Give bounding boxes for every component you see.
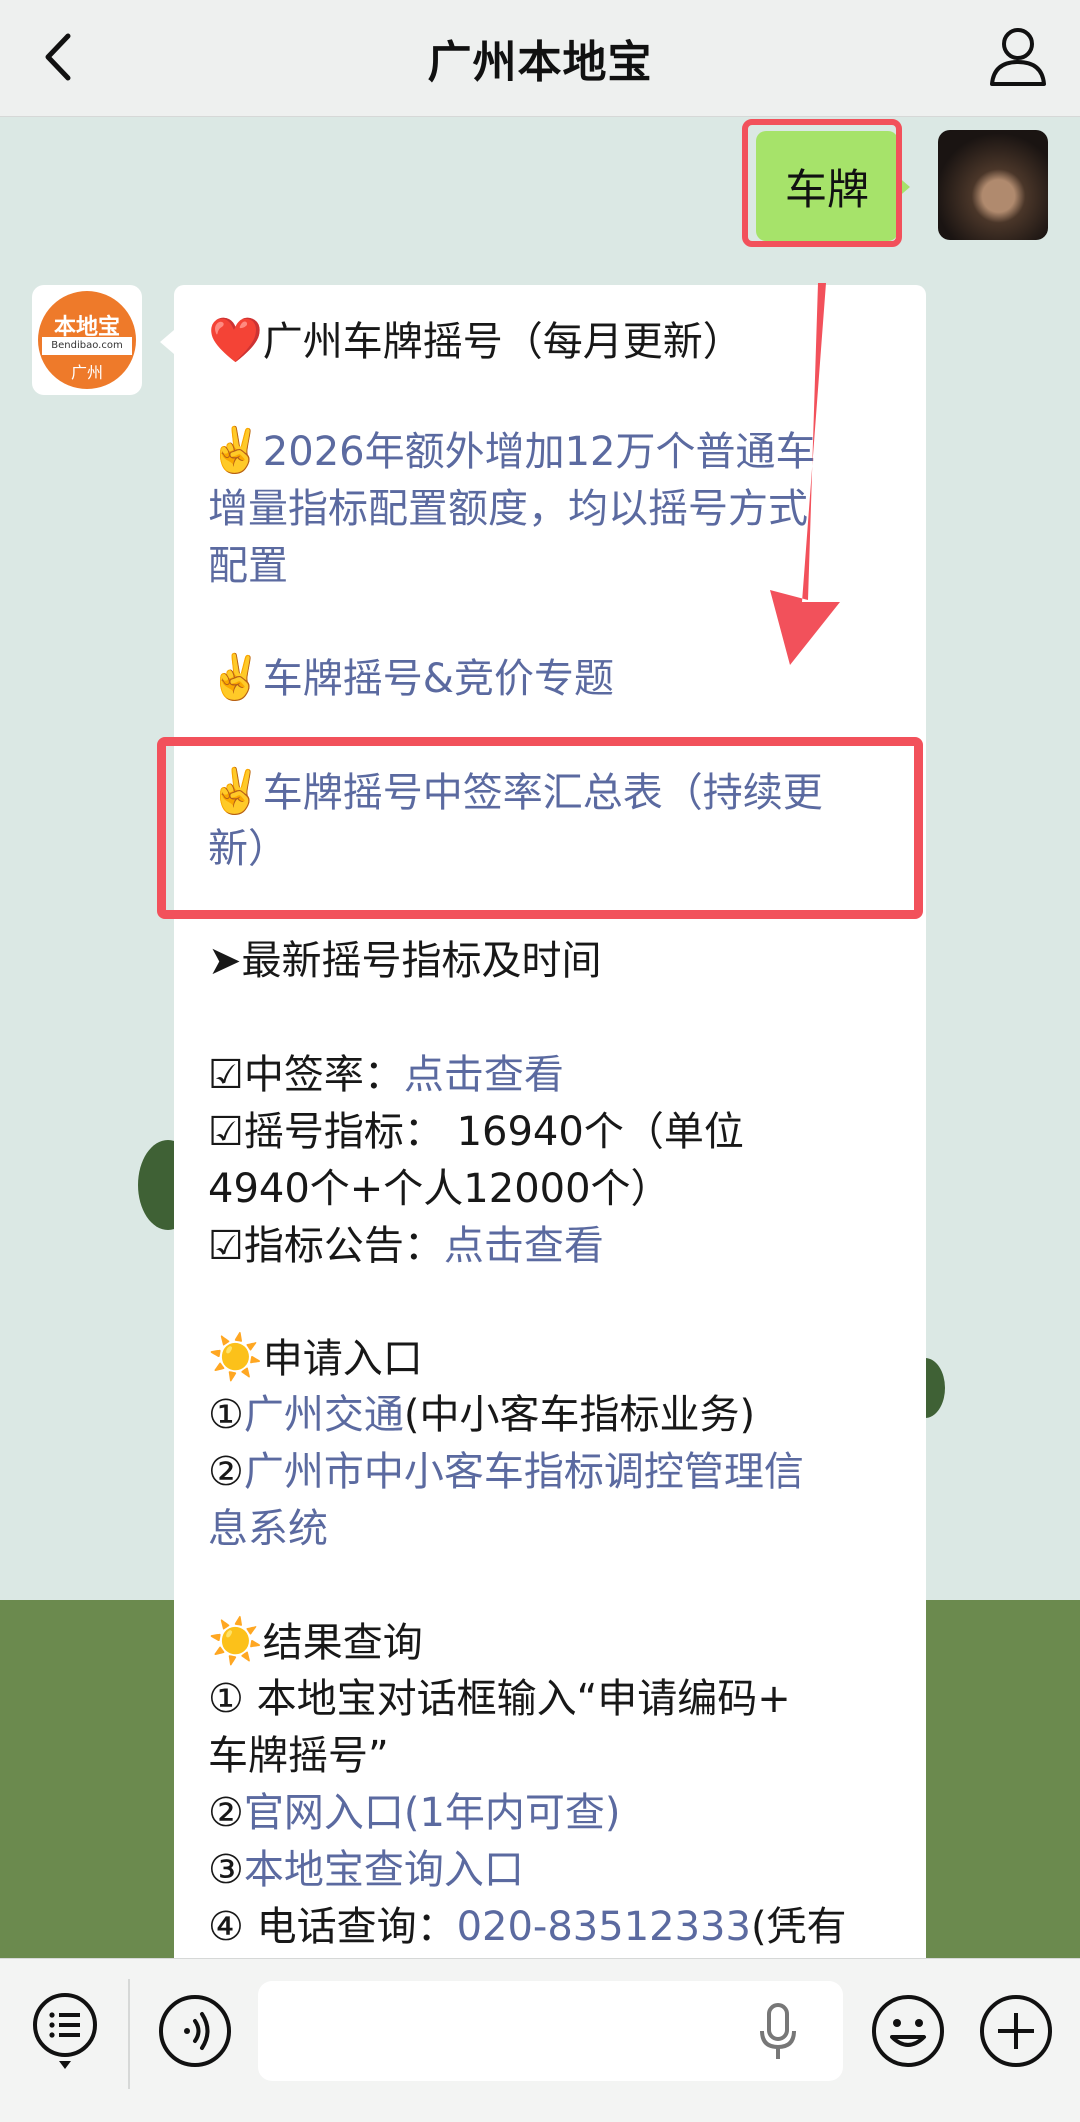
quota-notice-row: ☑指标公告：点击查看 — [208, 1223, 604, 1269]
input-bar — [0, 1958, 1080, 2122]
plus-button[interactable] — [978, 1993, 1054, 2073]
link-quota-news[interactable]: ✌️2026年额外增加12万个普通车 — [208, 423, 816, 480]
sent-bubble-tail — [896, 175, 910, 199]
link-quota-news-cont[interactable]: 配置 — [208, 538, 288, 594]
sun-icon: ☀️ — [208, 1616, 263, 1667]
profile-button[interactable] — [986, 22, 1050, 90]
link-quota-system-cont[interactable]: 息系统 — [208, 1501, 328, 1557]
link-guangzhou-traffic[interactable]: 广州交通 — [244, 1392, 404, 1438]
link-quota-notice[interactable]: 点击查看 — [444, 1223, 604, 1269]
link-win-rate-summary[interactable]: ✌️车牌摇号中签率汇总表（持续更 — [208, 764, 823, 821]
back-button[interactable] — [30, 24, 90, 90]
sun-icon: ☀️ — [208, 1332, 263, 1383]
sent-message-bubble[interactable]: 车牌 — [756, 131, 898, 241]
emoji-button[interactable] — [870, 1993, 946, 2073]
message-heading: ❤️广州车牌摇号（每月更新） — [208, 315, 743, 366]
link-quota-system[interactable]: 广州市中小客车指标调控管理信 — [244, 1449, 804, 1495]
link-phone[interactable]: 020-83512333 — [457, 1904, 751, 1950]
victory-hand-icon: ✌️ — [208, 766, 263, 817]
emoji-icon — [872, 1995, 944, 2067]
sent-message-text: 车牌 — [784, 164, 869, 214]
back-icon — [45, 33, 71, 81]
menu-button[interactable] — [30, 1989, 100, 2077]
quota-count-row-cont: 4940个+个人12000个） — [208, 1166, 671, 1212]
link-quota-news-cont[interactable]: 增量指标配置额度，均以摇号方式 — [208, 481, 808, 537]
profile-icon — [990, 28, 1046, 86]
result-row-4: ④ 电话查询：020-83512333(凭有 — [208, 1904, 847, 1950]
link-bendibao-query[interactable]: 本地宝查询入口 — [244, 1847, 524, 1893]
section-results: ☀️结果查询 — [208, 1616, 423, 1667]
mic-icon[interactable] — [758, 2003, 798, 2061]
link-win-rate[interactable]: 点击查看 — [404, 1052, 564, 1098]
chat-title: 广州本地宝 — [427, 37, 653, 88]
section-latest-quota: ➤最新摇号指标及时间 — [208, 938, 602, 984]
heart-icon: ❤️ — [208, 315, 263, 366]
result-row-1: ① 本地宝对话框输入“申请编码+ — [208, 1676, 791, 1722]
logo-domain: Bendibao.com — [42, 337, 132, 355]
result-row-2: ②官网入口(1年内可查) — [208, 1790, 621, 1836]
menu-icon — [33, 1993, 97, 2069]
message-input[interactable] — [258, 1981, 843, 2081]
voice-button[interactable] — [157, 1993, 233, 2073]
section-apply: ☀️申请入口 — [208, 1332, 423, 1383]
logo-city: 广州 — [70, 363, 103, 382]
plus-icon — [980, 1995, 1052, 2067]
apply-row-2: ②广州市中小客车指标调控管理信 — [208, 1449, 804, 1495]
voice-icon — [159, 1995, 231, 2067]
result-row-3: ③本地宝查询入口 — [208, 1847, 524, 1893]
link-official-site[interactable]: 官网入口(1年内可查) — [244, 1790, 621, 1836]
divider — [128, 1979, 130, 2089]
apply-row-1: ①广州交通(中小客车指标业务) — [208, 1392, 756, 1438]
received-bubble-tail — [160, 330, 174, 354]
link-lottery-topic[interactable]: ✌️车牌摇号&竞价专题 — [208, 650, 614, 707]
victory-hand-icon: ✌️ — [208, 425, 263, 476]
bendibao-avatar[interactable]: 本地宝 Bendibao.com 广州 — [32, 285, 142, 395]
quota-count-row: ☑摇号指标： 16940个（单位 — [208, 1109, 744, 1155]
user-avatar[interactable] — [938, 130, 1048, 240]
result-row-1-cont: 车牌摇号” — [208, 1733, 389, 1779]
win-rate-row: ☑中签率：点击查看 — [208, 1052, 564, 1098]
link-win-rate-summary-cont[interactable]: 新） — [208, 821, 288, 877]
chat-header: 广州本地宝 — [0, 0, 1080, 117]
victory-hand-icon: ✌️ — [208, 652, 263, 703]
